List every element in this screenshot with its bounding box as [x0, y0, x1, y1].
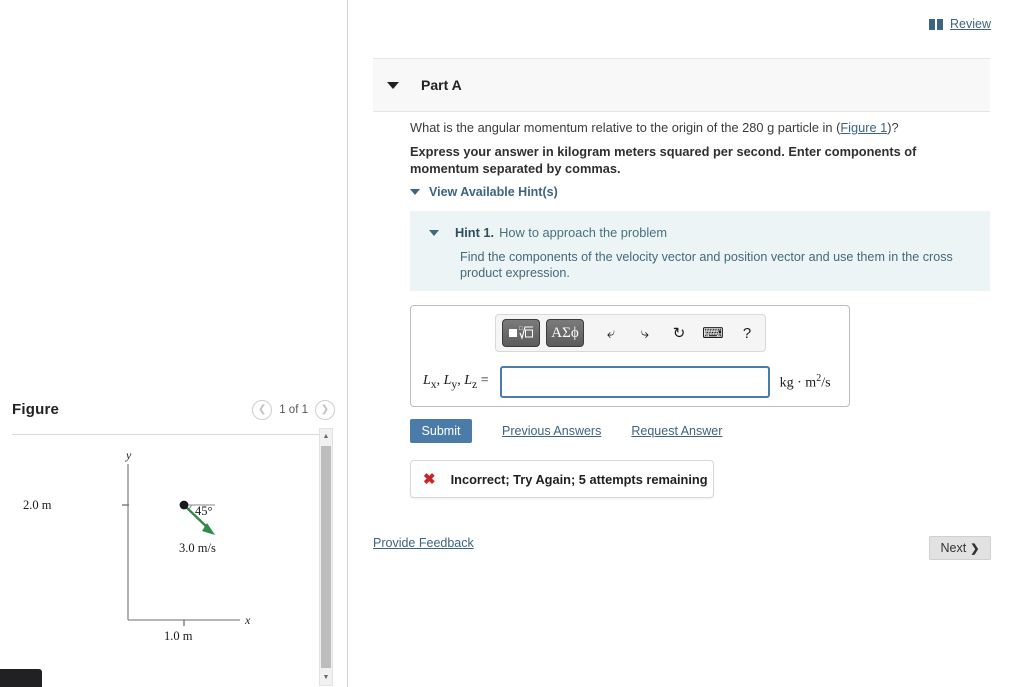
figure-next-button[interactable]: ❯: [315, 399, 335, 420]
next-button[interactable]: Next ❯: [929, 536, 991, 560]
part-title: Part A: [421, 77, 462, 93]
figure-y-tick-label: 2.0 m: [23, 498, 52, 512]
hint-1-body: Find the components of the velocity vect…: [460, 250, 953, 280]
previous-answers-link[interactable]: Previous Answers: [502, 424, 601, 438]
next-label: Next: [940, 541, 967, 555]
figure-y-axis-label: y: [125, 448, 132, 462]
scroll-down-button[interactable]: ▼: [320, 670, 332, 685]
feedback-message: Incorrect; Try Again; 5 attempts remaini…: [450, 471, 708, 487]
units-base: kg · m: [779, 375, 817, 391]
math-toolbar: □ ΑΣϕ ⤶ ⤷ ↻ ⌨ ?: [495, 314, 766, 352]
figure-prev-button[interactable]: ❮: [252, 399, 273, 420]
refresh-circle-icon[interactable]: ↻: [662, 319, 696, 347]
submit-button[interactable]: Submit: [410, 419, 472, 443]
figure-velocity-label: 3.0 m/s: [179, 541, 216, 555]
answer-entry-box: □ ΑΣϕ ⤶ ⤷ ↻ ⌨ ? Lx, Ly, Lz = kg · m2/s: [410, 305, 850, 407]
hint-1-header[interactable]: Hint 1. How to approach the problem: [429, 225, 667, 240]
caret-down-icon: [410, 189, 420, 195]
feedback-banner: ✖ Incorrect; Try Again; 5 attempts remai…: [410, 460, 714, 498]
chevron-right-icon: ❯: [970, 542, 980, 555]
figure-diagram: y x 2.0 m 1.0 m 45° 3.0 m/s: [23, 448, 251, 643]
undo-arrow-icon[interactable]: ⤶: [594, 319, 628, 347]
answer-row: Lx, Ly, Lz = kg · m2/s: [411, 361, 851, 403]
caret-down-icon[interactable]: [429, 229, 439, 236]
provide-feedback-link[interactable]: Provide Feedback: [373, 536, 474, 550]
math-template-button[interactable]: □: [502, 319, 540, 347]
request-answer-link[interactable]: Request Answer: [631, 424, 722, 438]
figure-counter: 1 of 1: [279, 403, 308, 416]
figure-angle-label: 45°: [195, 504, 213, 518]
submit-row: Submit Previous Answers Request Answer: [410, 419, 722, 443]
figure-panel-header: Figure ❮ 1 of 1 ❯: [0, 393, 347, 426]
answer-input[interactable]: [499, 366, 770, 398]
figure-pagination: ❮ 1 of 1 ❯: [252, 399, 335, 420]
figure-panel-title: Figure: [12, 401, 60, 418]
greek-symbols-button[interactable]: ΑΣϕ: [546, 319, 584, 347]
figure-pane: Figure ❮ 1 of 1 ❯ y x 2.0 m 1.0 m 45° 3.…: [0, 0, 348, 687]
figure-1-link[interactable]: Figure 1: [840, 120, 887, 135]
question-mark-icon[interactable]: ?: [730, 319, 764, 347]
figure-x-tick-label: 1.0 m: [164, 629, 193, 643]
answer-units: kg · m2/s: [780, 373, 831, 392]
redo-arrow-icon[interactable]: ⤷: [628, 319, 662, 347]
view-hints-label: View Available Hint(s): [429, 185, 558, 199]
scroll-up-button[interactable]: ▲: [320, 429, 332, 444]
square-root-template-icon: □: [509, 326, 533, 340]
question-text-after: )?: [887, 120, 899, 135]
units-suffix: /s: [821, 375, 831, 391]
caret-down-icon[interactable]: [387, 81, 399, 89]
instruction-text: Express your answer in kilogram meters s…: [410, 144, 917, 176]
view-hints-toggle[interactable]: View Available Hint(s): [410, 185, 558, 199]
part-a-header[interactable]: Part A: [373, 58, 990, 112]
review-row[interactable]: Review: [929, 17, 991, 31]
x-mark-icon: ✖: [423, 471, 436, 488]
keyboard-icon[interactable]: ⌨: [696, 319, 730, 347]
svg-text:□: □: [519, 326, 523, 332]
bottom-left-tab[interactable]: [0, 669, 42, 687]
figure-x-axis-label: x: [244, 613, 251, 627]
review-link[interactable]: Review: [950, 17, 991, 31]
book-icon: [929, 18, 944, 30]
question-text: What is the angular momentum relative to…: [410, 120, 970, 136]
scrollbar-thumb[interactable]: [321, 446, 331, 668]
hint-1-box: Hint 1. How to approach the problem Find…: [410, 211, 990, 291]
problem-pane: Review Part A What is the angular moment…: [349, 0, 1024, 687]
hint-1-number: Hint 1.: [455, 225, 495, 240]
figure-divider: [12, 434, 324, 435]
page-root: Figure ❮ 1 of 1 ❯ y x 2.0 m 1.0 m 45° 3.…: [0, 0, 1024, 687]
figure-particle-dot: [179, 500, 189, 510]
figure-scrollbar[interactable]: ▲ ▼: [319, 428, 333, 686]
hint-1-title: How to approach the problem: [499, 225, 667, 240]
answer-field-label: Lx, Ly, Lz =: [423, 373, 489, 391]
question-text-before: What is the angular momentum relative to…: [410, 120, 841, 135]
